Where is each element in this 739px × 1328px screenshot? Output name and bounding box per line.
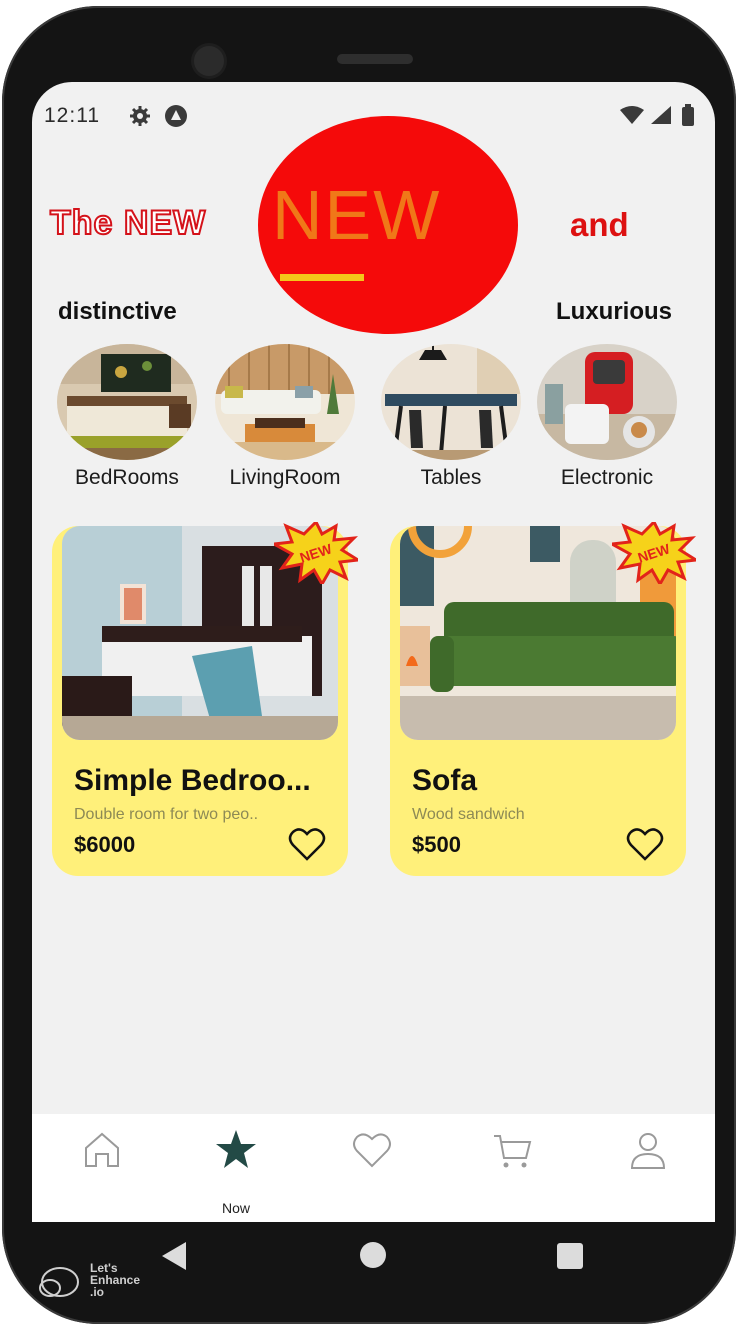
nav-now[interactable]: Now xyxy=(196,1128,276,1216)
category-livingroom-image xyxy=(215,344,355,460)
front-camera xyxy=(194,46,224,76)
hero-new-word: NEW xyxy=(272,176,442,254)
product-price: $6000 xyxy=(74,832,136,857)
hero-subtitle-right: Luxurious xyxy=(556,298,673,325)
wifi-icon xyxy=(619,104,645,131)
category-label: Tables xyxy=(420,466,482,489)
category-livingroom[interactable]: LivingRoom xyxy=(210,344,360,490)
category-label: Electronic xyxy=(560,466,654,489)
product-description: Double room for two peo.. xyxy=(74,806,259,823)
category-electronic[interactable]: Electronic xyxy=(532,344,682,490)
product-title: Sofa xyxy=(412,764,478,797)
hero-underline xyxy=(280,274,364,281)
product-card-sofa[interactable]: NEW Sofa Wood sandwich $500 xyxy=(390,522,696,876)
product-description: Wood sandwich xyxy=(412,806,525,823)
product-card-bedroom[interactable]: NEW Simple Bedroo... Double room for two… xyxy=(52,522,358,876)
earpiece-speaker xyxy=(337,54,413,64)
alert-icon xyxy=(164,104,188,133)
heart-icon xyxy=(353,1133,391,1168)
new-badge: NEW xyxy=(612,522,696,584)
nav-cart[interactable] xyxy=(472,1128,552,1208)
cart-icon xyxy=(494,1135,532,1168)
category-label: LivingRoom xyxy=(229,466,341,489)
hero-subtitle-left: distinctive xyxy=(58,298,177,325)
heart-icon[interactable] xyxy=(288,826,326,862)
watermark-text: Let's Enhance .io xyxy=(90,1262,140,1298)
bottom-nav: Now xyxy=(32,1114,715,1222)
home-circle-icon[interactable] xyxy=(358,1240,388,1270)
category-electronic-image xyxy=(537,344,677,460)
profile-icon xyxy=(630,1133,666,1169)
new-badge: NEW xyxy=(274,522,358,584)
hero-left-text: The NEW xyxy=(49,204,207,242)
nav-home[interactable] xyxy=(62,1128,142,1208)
back-icon[interactable] xyxy=(160,1240,190,1272)
nav-profile[interactable] xyxy=(608,1128,688,1208)
watermark-logo-icon xyxy=(39,1267,79,1297)
status-time: 12:11 xyxy=(44,104,100,127)
nav-label: Now xyxy=(221,1200,250,1216)
star-icon xyxy=(216,1130,256,1168)
category-bedrooms-image xyxy=(57,344,197,460)
battery-icon xyxy=(681,104,695,131)
hero-right-text: and xyxy=(570,206,629,243)
app-screen: 12:11 NEW The NEW and distinctive Luxuri… xyxy=(32,82,715,1222)
watermark-line: .io xyxy=(90,1285,104,1299)
product-title: Simple Bedroo... xyxy=(74,764,311,797)
recents-icon[interactable] xyxy=(556,1242,584,1270)
category-label: BedRooms xyxy=(75,466,179,489)
gear-icon xyxy=(128,104,152,133)
heart-icon[interactable] xyxy=(626,826,664,862)
category-bedrooms[interactable]: BedRooms xyxy=(52,344,202,490)
watermark: Let's Enhance .io xyxy=(38,1262,140,1307)
product-price: $500 xyxy=(412,832,461,857)
signal-icon xyxy=(649,104,673,131)
nav-favorites[interactable] xyxy=(332,1128,412,1208)
home-icon xyxy=(85,1132,119,1167)
category-tables-image xyxy=(381,344,521,460)
category-tables[interactable]: Tables xyxy=(376,344,526,490)
